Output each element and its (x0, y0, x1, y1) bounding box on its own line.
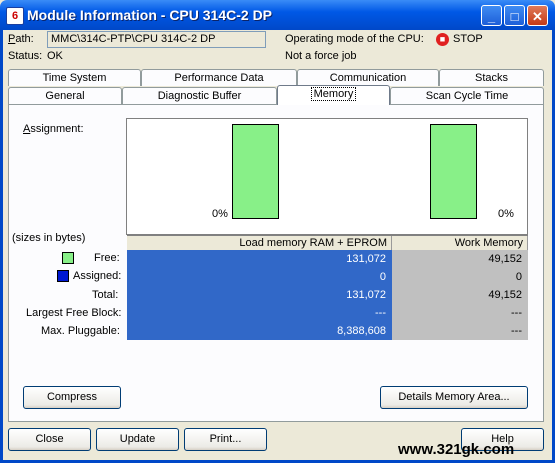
row-label-assigned: Assigned: (73, 270, 122, 282)
row-label-largest-free-block: Largest Free Block: (26, 307, 122, 319)
work-total-value: 49,152 (488, 289, 522, 301)
watermark: www.321gk.com (398, 441, 515, 458)
path-label: Path: (8, 33, 34, 45)
update-button[interactable]: Update (96, 428, 179, 451)
load-memory-bar (232, 124, 279, 219)
row-label-total: Total: (92, 289, 119, 301)
row-label-max-pluggable: Max. Pluggable: (41, 325, 120, 337)
assignment-label: Assignment: (23, 123, 84, 135)
tab-stacks[interactable]: Stacks (439, 69, 544, 86)
load-free-value: 131,072 (346, 253, 386, 265)
details-memory-area-button[interactable]: Details Memory Area... (380, 386, 528, 409)
minimize-icon[interactable]: _ (481, 5, 502, 26)
window-title: Module Information - CPU 314C-2 DP (27, 7, 273, 23)
load-max-pluggable-value: 8,388,608 (337, 325, 386, 337)
work-max-pluggable-value: --- (511, 325, 522, 337)
work-memory-bar (430, 124, 477, 219)
tab-communication[interactable]: Communication (297, 69, 439, 86)
tab-scan-cycle-time[interactable]: Scan Cycle Time (390, 87, 544, 104)
tab-memory[interactable]: Memory (277, 85, 390, 105)
load-largest-free-value: --- (375, 307, 386, 319)
tab-general[interactable]: General (8, 87, 122, 104)
row-label-free: Free: (94, 252, 120, 264)
print-button[interactable]: Print... (184, 428, 267, 451)
path-field[interactable]: MMC\314C-PTP\CPU 314C-2 DP (47, 31, 266, 48)
maximize-icon[interactable]: □ (504, 5, 525, 26)
sizes-label: (sizes in bytes) (12, 232, 86, 244)
tab-diagnostic-buffer[interactable]: Diagnostic Buffer (122, 87, 277, 104)
operating-mode-label: Operating mode of the CPU: (285, 33, 424, 45)
compress-button[interactable]: Compress (23, 386, 121, 409)
column-header-load-memory: Load memory RAM + EPROM (127, 236, 392, 250)
load-total-value: 131,072 (346, 289, 386, 301)
column-header-work-memory: Work Memory (392, 236, 528, 250)
work-memory-percent: 0% (498, 208, 514, 220)
close-button[interactable]: Close (8, 428, 91, 451)
close-icon[interactable]: ✕ (527, 5, 548, 26)
operating-mode-value: STOP (453, 33, 483, 45)
work-largest-free-value: --- (511, 307, 522, 319)
load-memory-percent: 0% (212, 208, 228, 220)
status-value: OK (47, 50, 63, 62)
assigned-legend-swatch (57, 270, 69, 282)
work-free-value: 49,152 (488, 253, 522, 265)
free-legend-swatch (62, 252, 74, 264)
status-label: Status: (8, 50, 43, 62)
force-job-text: Not a force job (285, 50, 357, 62)
work-assigned-value: 0 (515, 271, 522, 283)
tab-time-system[interactable]: Time System (8, 69, 141, 86)
load-assigned-value: 0 (379, 271, 386, 283)
stop-icon: ■ (436, 33, 449, 46)
tab-performance-data[interactable]: Performance Data (141, 69, 297, 86)
app-icon: 6 (6, 7, 24, 25)
